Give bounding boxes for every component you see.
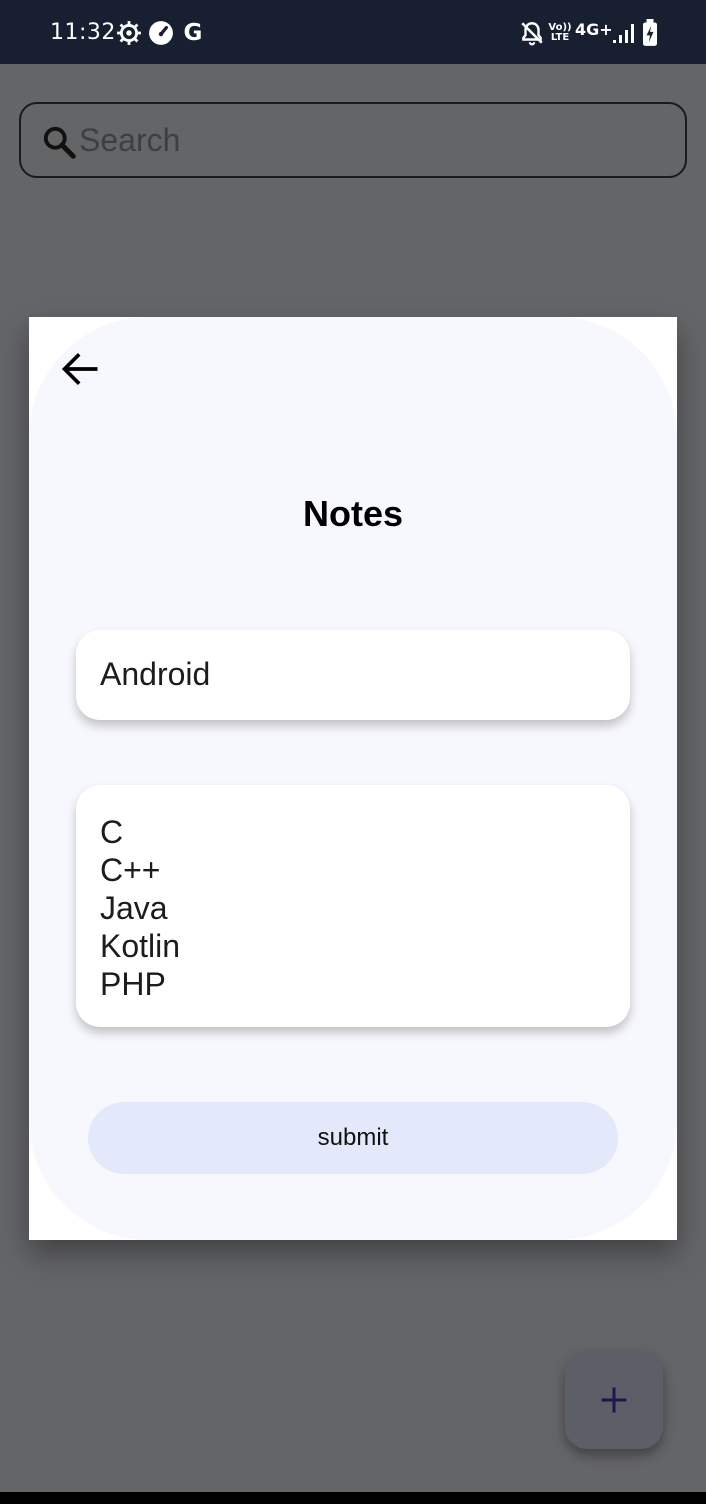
note-body-text: C C++ Java Kotlin PHP [100,813,180,1003]
google-icon: G [183,20,203,46]
note-body-line: PHP [100,966,166,1002]
note-body-line: C [100,814,124,850]
dialog-title: Notes [302,493,404,534]
volte-icon: Vo)) LTE [548,22,572,43]
status-time: 11:32 [50,20,116,45]
battery-charging-icon [635,18,665,48]
status-bar: 11:32 G Vo)) LTE 4G+ [0,0,706,64]
settings-icon [114,18,144,48]
speedometer-icon [146,18,176,48]
navigation-bar [0,1492,706,1504]
back-arrow-icon[interactable] [59,347,103,391]
note-title-text: Android [100,656,211,692]
add-note-fab[interactable] [565,1351,663,1449]
note-body-line: Kotlin [100,928,181,964]
note-body-line: C++ [100,852,161,888]
dialog-surface: Notes Android C C++ Java Kotlin PHP subm… [29,317,677,1240]
signal-icon [608,18,638,48]
notifications-off-icon [517,18,547,48]
submit-button[interactable]: submit [88,1102,618,1174]
note-title-field[interactable]: Android [76,630,630,720]
plus-icon [601,1387,627,1413]
search-bar[interactable] [19,102,687,178]
search-icon [43,126,76,159]
note-body-field[interactable]: C C++ Java Kotlin PHP [76,785,630,1027]
search-input[interactable] [79,118,639,162]
note-body-line: Java [100,890,168,926]
notes-dialog: Notes Android C C++ Java Kotlin PHP subm… [29,317,677,1240]
